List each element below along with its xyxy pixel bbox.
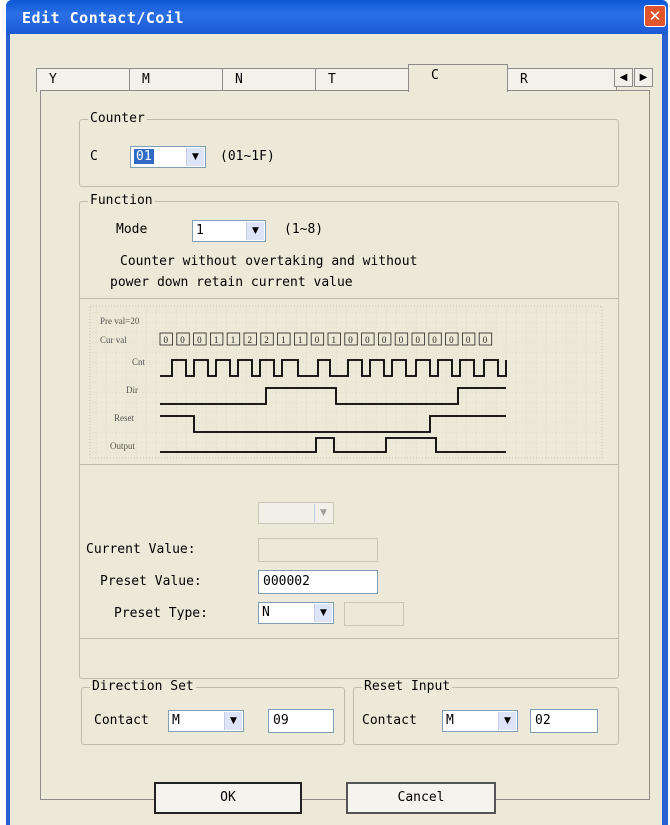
timing-diagram: Pre val=20 Cur val 00011221101000000000 … [89,305,603,459]
chevron-down-icon: ▼ [314,604,332,622]
window-title: Edit Contact/Coil [22,9,185,27]
preset-type-label: Preset Type: [114,606,208,621]
tab-label: Y [49,72,57,87]
current-value-digit: 0 [164,335,169,345]
reset-input-group: Reset Input Contact M ▼ 02 [353,679,619,745]
direction-contact-number-field[interactable]: 09 [268,709,334,733]
divider [80,464,618,465]
chevron-down-icon: ▼ [246,222,264,240]
current-value-digit: 0 [315,335,320,345]
tab-label: M [142,72,150,87]
mode-description-line1: Counter without overtaking and without [120,254,418,269]
preset-value-label: Preset Value: [100,574,202,589]
reset-contact-type-value: M [446,713,454,728]
tab-t[interactable]: T [315,68,409,92]
signal-label-dir: Dir [126,385,138,395]
address-select[interactable]: ▼ [258,502,334,524]
function-group: Function Mode 1 ▼ (1~8) Counter without … [79,193,619,679]
current-value-digit: 1 [231,335,236,345]
mode-selected-value: 1 [196,223,204,238]
current-value-digit: 0 [348,335,353,345]
tab-label: C [431,68,439,83]
tab-m[interactable]: M [129,68,223,92]
tab-y[interactable]: Y [36,68,130,92]
close-icon: ✕ [648,7,662,25]
chevron-down-icon: ▼ [224,712,242,730]
current-value-label: Cur val [100,335,127,345]
ok-button[interactable]: OK [154,782,302,814]
divider [80,638,618,639]
current-value-digit: 0 [449,335,454,345]
current-value-digit: 0 [432,335,437,345]
current-value-digit: 2 [248,335,253,345]
arrow-left-icon: ◀ [619,72,628,83]
current-value-digit: 0 [483,335,488,345]
tab-n[interactable]: N [222,68,316,92]
signal-label-reset: Reset [114,413,134,423]
close-button[interactable]: ✕ [644,5,666,27]
chevron-down-icon: ▼ [314,504,332,522]
dialog-window: Edit Contact/Coil ✕ Y M N T C R ◀ ▶ Coun… [6,0,668,825]
tab-label: N [235,72,243,87]
direction-contact-type-value: M [172,713,180,728]
mode-range: (1~8) [284,222,324,237]
current-value-digit: 0 [382,335,387,345]
preset-type-value: N [262,605,270,620]
current-value-digit: 0 [365,335,370,345]
current-value-digit: 1 [298,335,303,345]
chevron-down-icon: ▼ [186,148,204,166]
counter-range: (01~1F) [220,149,275,164]
direction-contact-type-select[interactable]: M ▼ [168,710,244,732]
reset-contact-label: Contact [362,713,417,728]
current-value-digit: 1 [332,335,337,345]
signal-label-cnt: Cnt [132,357,146,367]
counter-prefix: C [90,149,98,164]
arrow-right-icon: ▶ [639,72,648,83]
preset-type-select[interactable]: N ▼ [258,602,334,624]
counter-group: Counter C 01 ▼ (01~1F) [79,111,619,187]
tab-strip: Y M N T C R ◀ ▶ [36,64,653,92]
dialog-body: Y M N T C R ◀ ▶ Counter C 01 ▼ (01~1F) F… [10,34,662,825]
counter-select[interactable]: 01 ▼ [130,146,206,168]
current-value-field[interactable] [258,538,378,562]
mode-label: Mode [116,222,148,237]
current-value-digit: 0 [399,335,404,345]
current-value-digit: 0 [416,335,421,345]
direction-set-legend: Direction Set [90,679,196,694]
signal-label-output: Output [110,441,136,451]
tab-scroll-buttons: ◀ ▶ [614,68,654,88]
preset-value-label: Pre val=20 [100,316,140,326]
tab-label: R [520,72,528,87]
preset-type-extra-field[interactable] [344,602,404,626]
mode-select[interactable]: 1 ▼ [192,220,266,242]
timing-grid [89,305,603,459]
current-value-digit: 0 [466,335,471,345]
chevron-down-icon: ▼ [498,712,516,730]
tab-scroll-left-button[interactable]: ◀ [614,68,633,87]
reset-contact-number-field[interactable]: 02 [530,709,598,733]
direction-set-group: Direction Set Contact M ▼ 09 [81,679,345,745]
current-value-digit: 1 [281,335,286,345]
counter-selected-value: 01 [134,149,154,164]
current-value-label: Current Value: [86,542,196,557]
title-bar[interactable]: Edit Contact/Coil ✕ [6,0,668,34]
tab-label: T [328,72,336,87]
reset-contact-type-select[interactable]: M ▼ [442,710,518,732]
cancel-button[interactable]: Cancel [346,782,496,814]
function-legend: Function [88,193,155,208]
mode-description-line2: power down retain current value [110,275,353,290]
current-value-digit: 2 [264,335,269,345]
counter-legend: Counter [88,111,147,126]
tab-panel-c: Counter C 01 ▼ (01~1F) Function Mode 1 ▼… [40,90,650,800]
current-value-digit: 1 [214,335,219,345]
divider [80,298,618,299]
tab-r[interactable]: R [507,68,617,92]
current-value-digit: 0 [180,335,185,345]
current-value-digit: 0 [197,335,202,345]
preset-value-field[interactable]: 000002 [258,570,378,594]
tab-scroll-right-button[interactable]: ▶ [634,68,653,87]
reset-input-legend: Reset Input [362,679,453,694]
tab-c[interactable]: C [408,64,508,92]
direction-contact-label: Contact [94,713,149,728]
